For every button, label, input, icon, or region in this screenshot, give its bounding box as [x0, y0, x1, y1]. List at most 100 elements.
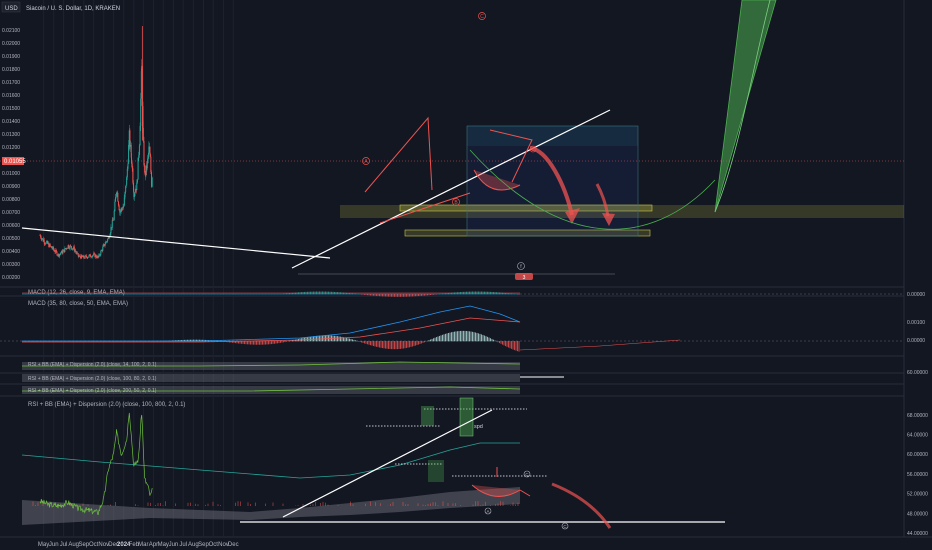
macd1-bar — [311, 291, 313, 295]
macd2-axis-label: 0.00000 — [907, 338, 925, 344]
rsi-bar — [517, 502, 519, 506]
candle-body — [140, 98, 142, 127]
macd2-bar — [428, 340, 430, 342]
macd1-bar — [382, 294, 383, 297]
macd2-bar — [403, 341, 404, 349]
macd2-bar — [458, 331, 460, 342]
macd1-bar — [338, 292, 340, 295]
macd2-bar — [265, 341, 266, 345]
macd2-bar — [383, 341, 385, 349]
rsi-axis-label: 60.00000 — [907, 452, 928, 458]
macd2-bar — [503, 341, 505, 346]
macd2-bar — [286, 341, 287, 342]
rsi-bar — [352, 504, 354, 506]
macd1-bar — [463, 291, 464, 295]
spd-label: spd — [474, 424, 483, 430]
macd1-bar — [314, 291, 316, 295]
rsi-bar — [422, 504, 424, 506]
macd2-bar — [397, 341, 398, 350]
candle-body — [106, 241, 108, 242]
macd1-bar — [407, 294, 409, 297]
macd1-bar — [398, 294, 400, 297]
indicator-badge-3[interactable]: 3 — [515, 273, 533, 281]
downtrend-line[interactable] — [21, 227, 331, 259]
right-axes[interactable]: 0.00000 0.00100 0.00000 60.00000 68.00000 64.… — [907, 292, 928, 537]
macd2-bar — [418, 341, 419, 345]
rsi-bar — [380, 503, 381, 506]
currency-badge[interactable]: USD — [5, 6, 18, 12]
candle-body — [104, 244, 106, 246]
rsi-axis-label: 44.00000 — [907, 531, 928, 537]
price-tick-label: 0.01500 — [2, 106, 20, 112]
macd1-bar — [389, 294, 391, 297]
indicator-badge-f[interactable]: f — [517, 262, 525, 271]
candle-body — [140, 71, 142, 99]
macd2-bar — [323, 335, 325, 342]
macd1-bar — [454, 292, 455, 295]
candle-body — [147, 154, 149, 159]
rsi-bar — [435, 502, 436, 506]
date-axis[interactable]: May Jun Jul Aug Sep Oct Nov Dec2024Feb Mar Apr May… — [38, 542, 239, 548]
macd2-bar — [508, 341, 509, 348]
macd2-bar — [491, 338, 493, 342]
trading-chart[interactable]: A C B C f 3 USD Siacoin / U. S. Dollar, … — [0, 0, 932, 550]
macd2-bar — [382, 341, 383, 349]
rsi-bar — [337, 505, 339, 506]
macd2-bar — [404, 341, 406, 349]
macd1-bar — [493, 292, 494, 295]
macd1-bar — [310, 291, 311, 295]
macd1-bar — [434, 294, 436, 295]
rsi-bar — [87, 504, 89, 506]
macd1-bar — [320, 291, 322, 295]
macd2-bar — [322, 335, 323, 342]
macd2-bar — [361, 341, 362, 343]
macd2-bar — [473, 332, 475, 342]
candle-body — [100, 251, 102, 255]
date-tick-label: Jun — [169, 542, 179, 548]
macd2-bar — [509, 341, 511, 349]
price-tick-label: 0.01300 — [2, 132, 20, 138]
red-wedge-left[interactable] — [364, 116, 433, 193]
candle-body — [125, 184, 127, 186]
rsi-bar — [175, 503, 176, 506]
macd2-label: MACD (35, 80, close, 50, EMA, EMA) — [28, 301, 128, 307]
macd2-bar — [259, 341, 260, 345]
date-tick-label: Dec — [228, 542, 239, 548]
macd2-bar — [400, 341, 401, 349]
macd2-bar — [263, 341, 265, 345]
price-tick-label: 0.00700 — [2, 210, 20, 216]
macd1-bar — [364, 294, 365, 295]
price-axis[interactable]: 0.02100 0.02000 0.01900 0.01800 0.01700 0.016… — [2, 28, 20, 281]
rsi-band — [22, 487, 520, 525]
macd2-bar — [455, 331, 457, 342]
macd1-bar — [418, 294, 419, 297]
candle-body — [114, 201, 116, 211]
rsi-bar — [302, 504, 304, 506]
macd1-bar — [284, 293, 286, 295]
price-tick-label: 0.00500 — [2, 236, 20, 242]
rsi-bar — [392, 501, 394, 506]
rsi-bar — [190, 502, 191, 506]
rsi-bar — [150, 502, 151, 506]
macd1-bar — [334, 291, 335, 295]
macd1-bar — [346, 292, 347, 295]
candle-body — [125, 185, 127, 192]
rsi-bar — [187, 502, 189, 506]
date-tick-label: Oct — [209, 542, 219, 548]
rsi-bar — [502, 501, 504, 506]
macd1-bar — [319, 291, 320, 295]
candle-body — [150, 156, 152, 173]
macd2-bar — [380, 341, 382, 348]
candles — [39, 26, 153, 260]
rsi-bar — [212, 501, 214, 506]
macd2-bar — [451, 332, 452, 342]
macd1-bar — [416, 294, 418, 297]
rsi-bar — [447, 503, 449, 506]
rsi-bar — [197, 504, 199, 506]
macd2-bar — [494, 340, 496, 342]
macd1-bar — [421, 294, 422, 296]
macd2-bar — [490, 338, 491, 342]
price-pane: A C B C f 3 — [0, 0, 904, 281]
macd1-bar — [323, 291, 325, 295]
rsi-bar — [497, 503, 499, 506]
